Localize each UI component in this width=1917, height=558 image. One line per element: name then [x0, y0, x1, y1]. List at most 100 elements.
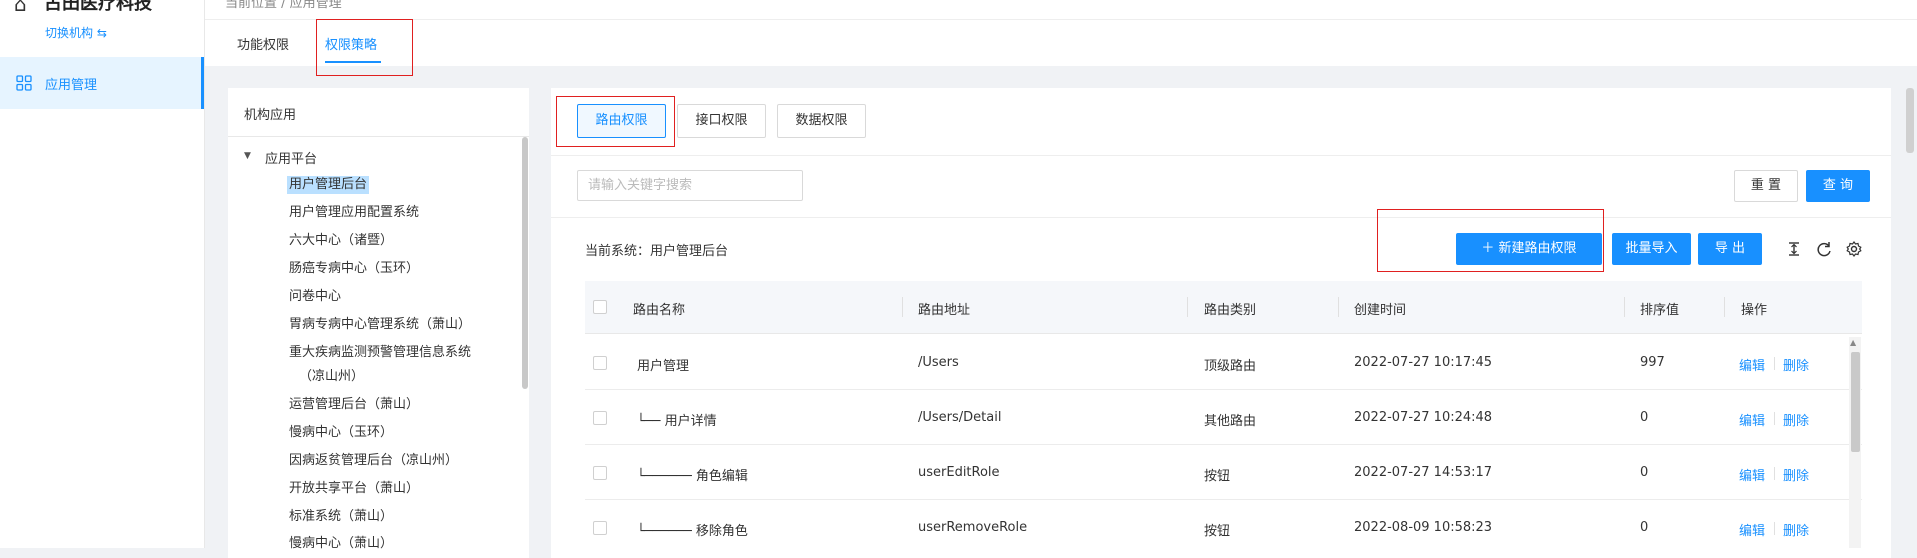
column-header-route-name: 路由名称: [633, 303, 686, 318]
order-value: 0: [1640, 520, 1649, 535]
route-name: └── 用户详情: [637, 414, 717, 429]
edit-link[interactable]: 编辑: [1739, 520, 1765, 539]
tree-node[interactable]: 肠癌专病中心（玉环）: [289, 260, 419, 278]
tree-node[interactable]: 运营管理后台（萧山）: [289, 396, 419, 414]
action-separator: [1774, 522, 1775, 535]
tree-node[interactable]: 用户管理后台: [287, 176, 370, 194]
org-name: 古田医疗科技: [44, 0, 152, 14]
row-divider: [585, 444, 1862, 445]
row-checkbox[interactable]: [593, 466, 607, 480]
tree-node[interactable]: 问卷中心: [289, 288, 341, 306]
row-checkbox[interactable]: [593, 521, 607, 535]
column-separator: [902, 297, 903, 317]
breadcrumb: 当前位置 / 应用管理: [225, 0, 342, 11]
bulk-import-button[interactable]: 批量导入: [1612, 233, 1691, 265]
route-type: 其他路由: [1204, 414, 1257, 429]
divider: [551, 217, 1891, 218]
subtab-data-permissions[interactable]: 数据权限: [777, 104, 866, 138]
row-divider: [585, 389, 1862, 390]
action-separator: [1774, 357, 1775, 370]
current-system-label: 当前系统：用户管理后台: [585, 244, 729, 259]
created-time: 2022-07-27 14:53:17: [1354, 465, 1493, 480]
panel-title: 机构应用: [244, 108, 297, 123]
switch-org-link[interactable]: 切换机构 ⇆: [45, 24, 107, 41]
edit-link[interactable]: 编辑: [1739, 355, 1765, 374]
tree-node[interactable]: 胃病专病中心管理系统（萧山）: [289, 316, 471, 334]
action-separator: [1774, 467, 1775, 480]
column-separator: [1624, 297, 1625, 317]
column-separator: [1724, 297, 1725, 317]
tree-node[interactable]: 开放共享平台（萧山）: [289, 480, 419, 498]
route-path: /Users/Detail: [918, 410, 1002, 425]
search-input[interactable]: [577, 170, 803, 201]
reset-button[interactable]: 重 置: [1734, 170, 1798, 202]
home-icon: ⌂: [14, 0, 27, 16]
row-checkbox[interactable]: [593, 356, 607, 370]
route-path: /Users: [918, 355, 959, 370]
tree-scrollbar[interactable]: [522, 137, 528, 389]
column-header-created-time: 创建时间: [1354, 303, 1407, 318]
order-value: 0: [1640, 410, 1649, 425]
edit-link[interactable]: 编辑: [1739, 410, 1765, 429]
route-path: userRemoveRole: [918, 520, 1028, 535]
created-time: 2022-07-27 10:17:45: [1354, 355, 1493, 370]
tree-node-continuation[interactable]: （凉山州）: [299, 368, 364, 386]
row-checkbox[interactable]: [593, 411, 607, 425]
column-height-icon[interactable]: [1784, 239, 1804, 259]
export-button[interactable]: 导 出: [1698, 233, 1762, 265]
route-type: 顶级路由: [1204, 359, 1257, 374]
scroll-up-icon[interactable]: ▲: [1850, 338, 1856, 348]
order-value: 0: [1640, 465, 1649, 480]
route-path: userEditRole: [918, 465, 1000, 480]
caret-down-icon[interactable]: ▼: [244, 151, 251, 161]
subtab-route-permissions[interactable]: 路由权限: [577, 104, 666, 138]
tab-permission-policy[interactable]: 权限策略: [325, 34, 377, 53]
edit-link[interactable]: 编辑: [1739, 465, 1765, 484]
table-scrollbar-thumb[interactable]: [1851, 352, 1860, 452]
delete-link[interactable]: 删除: [1783, 355, 1809, 374]
divider: [228, 136, 529, 137]
reload-icon[interactable]: [1814, 239, 1834, 259]
delete-link[interactable]: 删除: [1783, 465, 1809, 484]
query-button[interactable]: 查 询: [1806, 170, 1870, 202]
sidebar-item-app-management[interactable]: 应用管理: [0, 57, 204, 109]
order-value: 997: [1640, 355, 1665, 370]
tree-node[interactable]: 六大中心（诸暨）: [289, 232, 393, 250]
column-header-order: 排序值: [1640, 303, 1680, 318]
route-name: └────── 移除角色: [637, 524, 748, 539]
select-all-checkbox[interactable]: [593, 300, 607, 314]
delete-link[interactable]: 删除: [1783, 410, 1809, 429]
tree-node[interactable]: 慢病中心（萧山）: [289, 535, 393, 553]
tab-function-permissions[interactable]: 功能权限: [237, 34, 289, 53]
new-route-permission-button[interactable]: ＋ 新建路由权限: [1456, 233, 1602, 265]
tree-node[interactable]: 用户管理应用配置系统: [289, 204, 419, 222]
delete-link[interactable]: 删除: [1783, 520, 1809, 539]
route-name: 用户管理: [637, 359, 690, 374]
apps-grid-icon: [16, 75, 32, 91]
column-header-actions: 操作: [1741, 303, 1768, 318]
column-separator: [1187, 297, 1188, 317]
row-divider: [585, 499, 1862, 500]
top-bar: [205, 0, 1917, 66]
column-header-route-type: 路由类别: [1204, 303, 1257, 318]
gear-icon[interactable]: [1844, 239, 1864, 259]
created-time: 2022-07-27 10:24:48: [1354, 410, 1493, 425]
tree-root-node[interactable]: 应用平台: [265, 148, 317, 167]
tree-node[interactable]: 重大疾病监测预警管理信息系统: [289, 344, 471, 362]
sidebar-item-label: 应用管理: [45, 78, 98, 93]
action-separator: [1774, 412, 1775, 425]
route-type: 按钮: [1204, 524, 1231, 539]
column-header-route-path: 路由地址: [918, 303, 971, 318]
column-separator: [1338, 297, 1339, 317]
divider: [205, 19, 1917, 20]
route-name: └────── 角色编辑: [637, 469, 748, 484]
tree-node[interactable]: 因病返贫管理后台（凉山州）: [289, 452, 458, 470]
divider: [551, 155, 1891, 156]
created-time: 2022-08-09 10:58:23: [1354, 520, 1493, 535]
active-tab-indicator: [325, 61, 381, 63]
page-scrollbar[interactable]: [1906, 88, 1914, 153]
subtab-api-permissions[interactable]: 接口权限: [677, 104, 766, 138]
tree-node[interactable]: 标准系统（萧山）: [289, 508, 393, 526]
route-type: 按钮: [1204, 469, 1231, 484]
tree-node[interactable]: 慢病中心（玉环）: [289, 424, 393, 442]
